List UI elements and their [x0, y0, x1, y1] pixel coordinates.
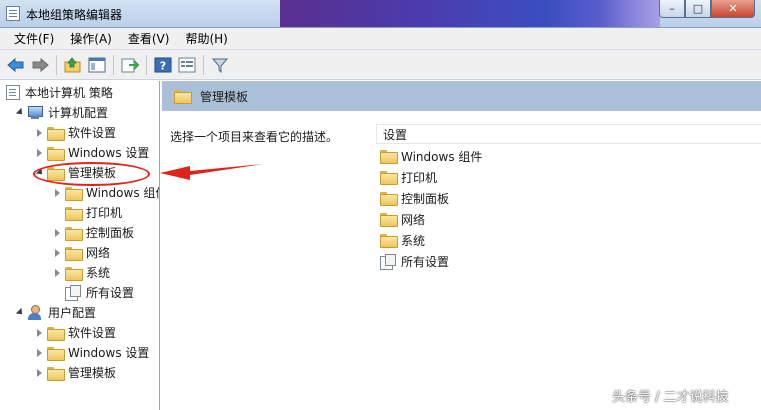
watermark-text: 头条号 / 二才说科技 — [612, 390, 729, 405]
annotation-arrow-icon — [160, 164, 263, 180]
